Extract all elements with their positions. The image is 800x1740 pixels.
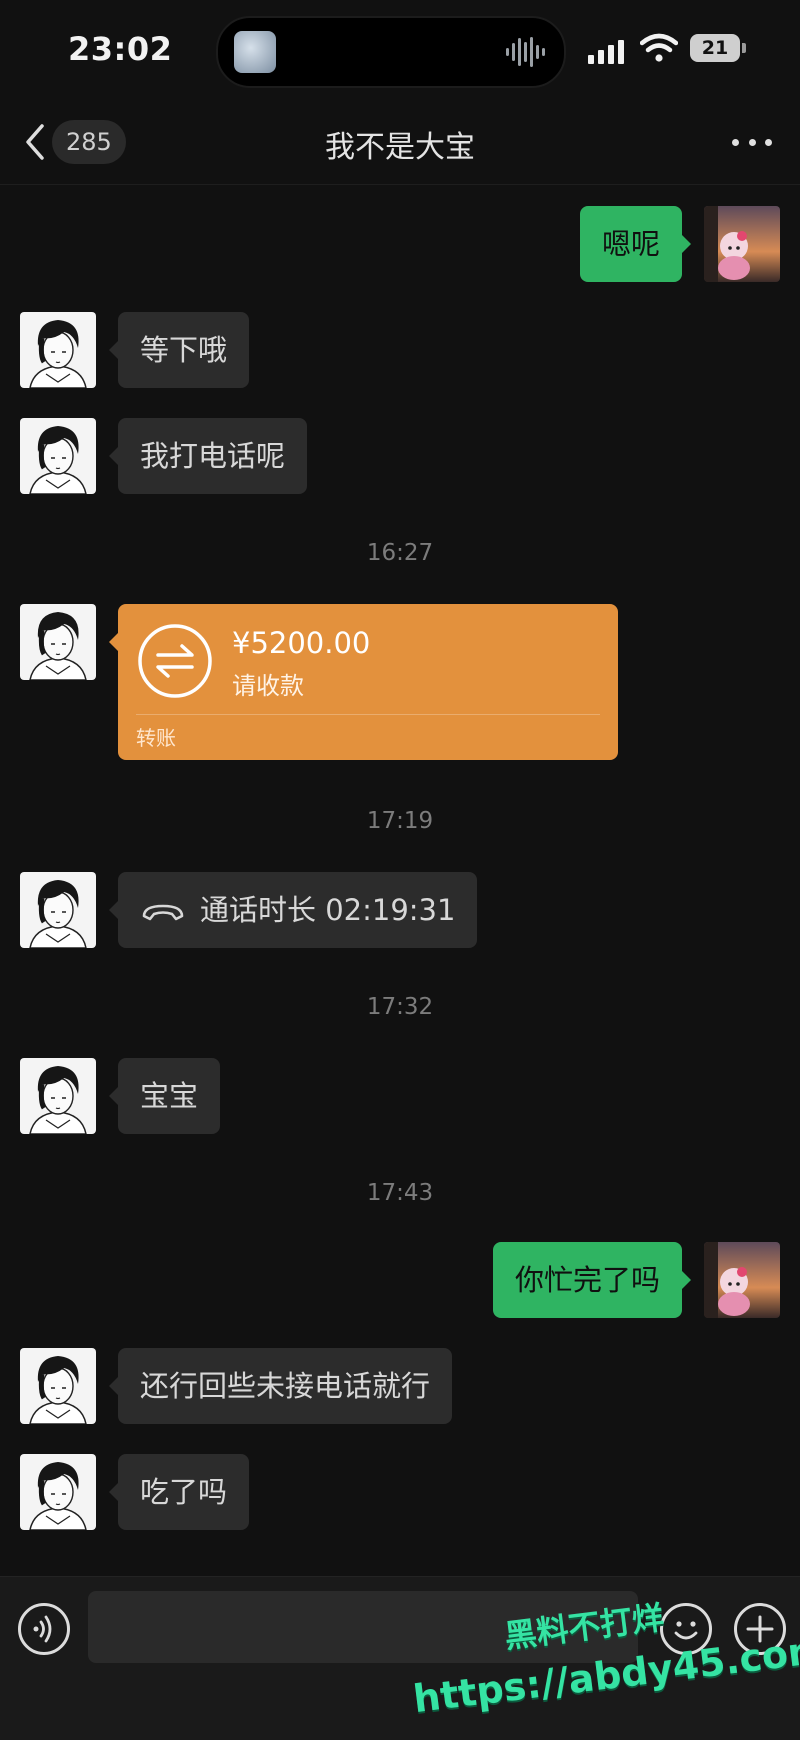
incoming-message[interactable]: 还行回些未接电话就行 xyxy=(108,1348,453,1424)
timestamp-separator: 16:27 xyxy=(366,540,434,566)
contact-avatar[interactable] xyxy=(20,1348,96,1424)
contact-avatar[interactable] xyxy=(20,1058,96,1134)
contact-avatar[interactable] xyxy=(20,1454,96,1530)
dynamic-island xyxy=(216,16,566,88)
now-playing-thumbnail xyxy=(234,31,276,73)
timestamp-separator: 17:19 xyxy=(366,808,434,834)
phone-hangup-icon xyxy=(142,904,184,921)
outgoing-message[interactable]: 嗯呢 xyxy=(579,206,692,282)
status-time: 23:02 xyxy=(68,30,173,68)
more-dots-icon[interactable] xyxy=(732,124,772,160)
incoming-message[interactable]: 我打电话呢 xyxy=(108,418,308,494)
message-input[interactable] xyxy=(88,1591,638,1663)
transfer-label: 转账 xyxy=(136,726,176,750)
wifi-icon xyxy=(640,33,678,62)
incoming-message[interactable]: 吃了吗 xyxy=(108,1454,250,1530)
input-bar xyxy=(0,1576,800,1740)
my-avatar[interactable] xyxy=(704,1242,780,1318)
transfer-status: 请收款 xyxy=(232,672,304,700)
audio-wave-icon xyxy=(506,36,546,68)
transfer-amount: ¥5200.00 xyxy=(232,626,371,660)
transfer-card[interactable]: ¥5200.00 请收款 转账 xyxy=(109,604,618,760)
timestamp-separator: 17:43 xyxy=(366,1180,434,1206)
incoming-message[interactable]: 等下哦 xyxy=(108,312,250,388)
emoji-icon[interactable] xyxy=(660,1603,712,1655)
contact-avatar[interactable] xyxy=(20,312,96,388)
incoming-message[interactable]: 宝宝 xyxy=(108,1058,221,1134)
plus-icon[interactable] xyxy=(734,1603,786,1655)
call-duration-text: 通话时长 02:19:31 xyxy=(200,893,456,927)
chat-screen: 23:02 21 285 我不是大宝 嗯呢 等下哦 我打电话呢 16:27 ¥5… xyxy=(0,0,800,1740)
status-bar: 23:02 21 xyxy=(0,0,800,100)
chat-header: 285 我不是大宝 xyxy=(0,100,800,185)
contact-avatar[interactable] xyxy=(20,872,96,948)
voice-icon[interactable] xyxy=(18,1603,70,1655)
call-record-message[interactable]: 通话时长 02:19:31 xyxy=(108,872,478,948)
cellular-signal-icon xyxy=(588,38,624,64)
contact-avatar[interactable] xyxy=(20,604,96,680)
unread-count-badge[interactable]: 285 xyxy=(52,120,126,164)
battery-tip xyxy=(742,43,746,53)
contact-avatar[interactable] xyxy=(20,418,96,494)
timestamp-separator: 17:32 xyxy=(366,994,434,1020)
transfer-divider xyxy=(136,714,600,715)
my-avatar[interactable] xyxy=(704,206,780,282)
back-arrow-icon[interactable] xyxy=(22,122,48,162)
outgoing-message[interactable]: 你忙完了吗 xyxy=(492,1242,692,1318)
transfer-arrows-icon xyxy=(138,624,212,698)
battery-level: 21 xyxy=(690,34,740,62)
